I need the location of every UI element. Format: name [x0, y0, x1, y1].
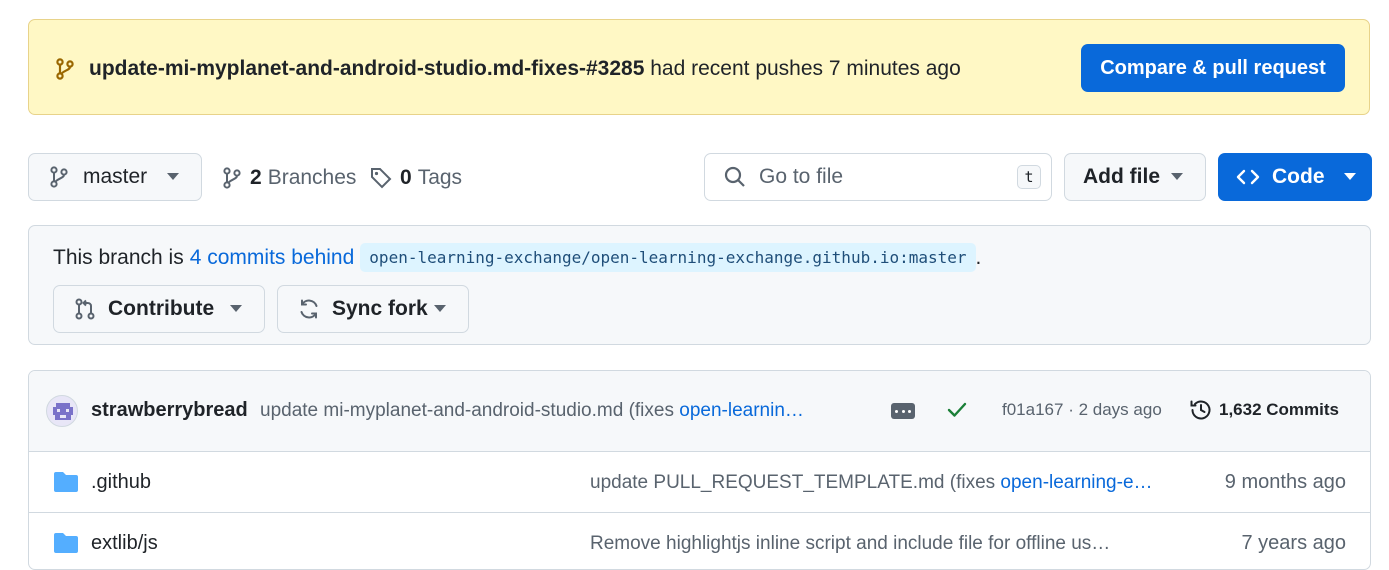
- expand-commit-message-button[interactable]: [891, 403, 915, 419]
- branches-link[interactable]: 2 Branches: [222, 166, 356, 190]
- recent-push-banner: update-mi-myplanet-and-android-studio.md…: [28, 19, 1370, 115]
- folder-icon: [53, 471, 79, 493]
- upstream-ref-badge[interactable]: open-learning-exchange/open-learning-exc…: [360, 243, 976, 272]
- code-button[interactable]: Code: [1218, 153, 1372, 201]
- keyboard-shortcut-hint: t: [1017, 165, 1041, 189]
- git-branch-icon: [55, 58, 75, 80]
- file-browser: strawberrybread update mi-myplanet-and-a…: [28, 370, 1371, 570]
- pull-request-icon: [74, 298, 96, 320]
- caret-down-icon: [434, 305, 446, 313]
- caret-down-icon: [1171, 173, 1183, 181]
- file-row[interactable]: extlib/js Remove highlightjs inline scri…: [29, 513, 1370, 569]
- current-branch-label: master: [83, 165, 148, 188]
- caret-down-icon: [230, 305, 242, 313]
- latest-commit-row: strawberrybread update mi-myplanet-and-a…: [29, 371, 1370, 452]
- sync-fork-label: Sync fork: [332, 297, 428, 320]
- file-commit-date: 9 months ago: [1224, 471, 1346, 493]
- branches-label: Branches: [267, 166, 357, 189]
- fork-status-panel: This branch is 4 commits behind open-lea…: [28, 225, 1371, 345]
- folder-icon: [53, 532, 79, 554]
- search-placeholder: Go to file: [759, 165, 844, 188]
- sync-fork-button[interactable]: Sync fork: [277, 285, 469, 333]
- file-commit-date: 7 years ago: [1241, 532, 1346, 554]
- file-row[interactable]: .github update PULL_REQUEST_TEMPLATE.md …: [29, 452, 1370, 513]
- history-icon: [1189, 398, 1213, 422]
- code-label: Code: [1272, 165, 1325, 188]
- banner-message-text: had recent pushes 7 minutes ago: [650, 57, 961, 80]
- author-avatar[interactable]: [46, 395, 78, 427]
- commit-sha[interactable]: f01a167: [1002, 400, 1063, 419]
- go-to-file-input[interactable]: Go to file t: [704, 153, 1052, 201]
- banner-message: update-mi-myplanet-and-android-studio.md…: [89, 57, 961, 81]
- commits-count-label: 1,632 Commits: [1219, 400, 1339, 419]
- fork-status-suffix: .: [975, 245, 982, 269]
- separator-dot: ·: [1068, 400, 1074, 419]
- check-icon[interactable]: [947, 401, 967, 419]
- file-name-link[interactable]: extlib/js: [91, 532, 158, 555]
- tags-count: 0: [400, 166, 412, 189]
- file-commit-message-text: Remove highlightjs inline script and inc…: [590, 533, 1111, 554]
- add-file-label: Add file: [1083, 165, 1160, 188]
- tags-label: Tags: [417, 166, 463, 189]
- branches-count: 2: [250, 166, 262, 189]
- add-file-button[interactable]: Add file: [1064, 153, 1206, 201]
- commits-behind-link[interactable]: 4 commits behind: [190, 246, 355, 270]
- commit-author[interactable]: strawberrybread: [91, 399, 248, 422]
- fork-status-prefix: This branch is: [53, 245, 184, 269]
- commit-message-text: update mi-myplanet-and-android-studio.md…: [260, 400, 680, 421]
- search-icon: [723, 165, 747, 189]
- banner-branch-name[interactable]: update-mi-myplanet-and-android-studio.md…: [89, 57, 644, 80]
- caret-down-icon: [167, 173, 179, 181]
- file-commit-message-text: update PULL_REQUEST_TEMPLATE.md (fixes: [590, 472, 1001, 493]
- contribute-label: Contribute: [108, 297, 215, 320]
- caret-down-icon: [1344, 173, 1356, 181]
- fork-status-text: This branch is 4 commits behind open-lea…: [53, 243, 981, 272]
- code-icon: [1236, 168, 1260, 186]
- file-commit-message[interactable]: update PULL_REQUEST_TEMPLATE.md (fixes o…: [590, 472, 1170, 494]
- file-commit-issue-link[interactable]: open-learning-e…: [1000, 472, 1152, 493]
- commits-history-link[interactable]: 1,632 Commits: [1189, 398, 1339, 422]
- tags-link[interactable]: 0 Tags: [370, 166, 462, 190]
- sync-icon: [298, 298, 320, 320]
- file-commit-message[interactable]: Remove highlightjs inline script and inc…: [590, 533, 1170, 555]
- commit-sha-time[interactable]: f01a167 · 2 days ago: [1002, 400, 1162, 420]
- git-branch-icon: [49, 166, 69, 188]
- contribute-button[interactable]: Contribute: [53, 285, 265, 333]
- commit-time: 2 days ago: [1078, 400, 1162, 419]
- branch-select-button[interactable]: master: [28, 153, 202, 201]
- commit-message[interactable]: update mi-myplanet-and-android-studio.md…: [260, 400, 868, 422]
- tag-icon: [370, 167, 392, 189]
- commit-issue-link[interactable]: open-learnin…: [679, 400, 804, 421]
- git-branch-icon: [222, 167, 242, 189]
- compare-pull-request-button[interactable]: Compare & pull request: [1081, 44, 1345, 92]
- file-name-link[interactable]: .github: [91, 471, 151, 494]
